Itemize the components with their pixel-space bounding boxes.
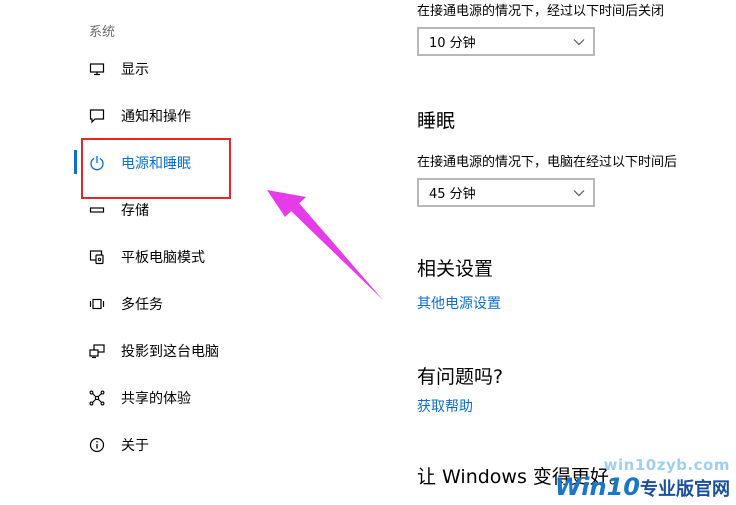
watermark-logo-cn: 专业版官网 bbox=[640, 479, 730, 500]
sleep-label: 在接通电源的情况下，电脑在经过以下时间后 bbox=[417, 155, 678, 170]
screen-off-value: 10 分钟 bbox=[429, 36, 476, 51]
watermark-url: win10zyb.com bbox=[603, 456, 730, 474]
get-help-link[interactable]: 获取帮助 bbox=[417, 396, 473, 416]
screen-off-label: 在接通电源的情况下，经过以下时间后关闭 bbox=[417, 4, 665, 19]
screen-off-dropdown[interactable]: 10 分钟 bbox=[417, 27, 595, 56]
watermark: win10zyb.com Win10专业版官网 bbox=[555, 456, 730, 503]
question-heading: 有问题吗? bbox=[417, 366, 504, 388]
watermark-logo: Win10专业版官网 bbox=[555, 474, 730, 503]
related-settings-heading: 相关设置 bbox=[417, 258, 494, 280]
sleep-value: 45 分钟 bbox=[429, 187, 476, 202]
chevron-down-icon bbox=[573, 189, 585, 196]
sleep-dropdown[interactable]: 45 分钟 bbox=[417, 178, 595, 207]
sleep-heading: 睡眠 bbox=[417, 110, 456, 132]
chevron-down-icon bbox=[573, 38, 585, 45]
watermark-logo-text: Win10 bbox=[554, 473, 640, 501]
annotation-arrow bbox=[267, 190, 383, 300]
other-power-settings-link[interactable]: 其他电源设置 bbox=[417, 293, 501, 313]
